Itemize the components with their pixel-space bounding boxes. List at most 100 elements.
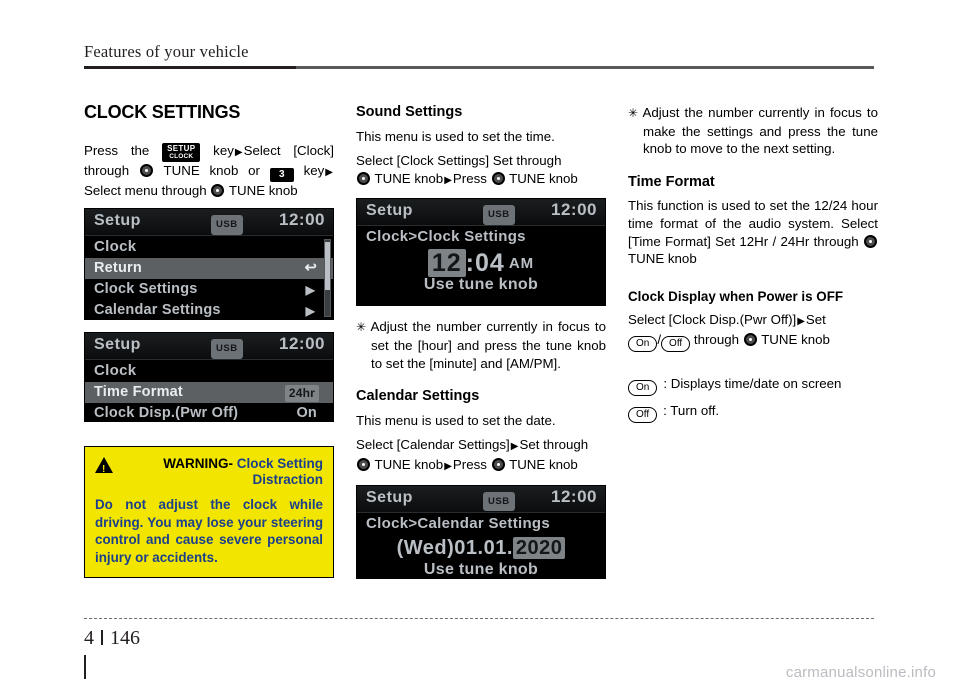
sound-step-text-b: TUNE knob: [374, 170, 444, 186]
lcd-statusbar: Setup USB 12:00: [85, 333, 333, 361]
chevron-right-icon: ▶: [305, 282, 315, 297]
tune-knob-icon: [743, 332, 757, 346]
lcd-date-editor: (Wed)01.01. 2020 Use tune knob: [357, 534, 605, 578]
key-3-icon: 3: [269, 167, 294, 182]
clock-settings-intro: Press the SETUP CLOCK key▶Select [Clock]…: [84, 142, 334, 200]
lcd-screenshot-calendar-set: Setup USB 12:00 Clock>Calendar Settings …: [356, 484, 606, 579]
calendar-step-e: TUNE knob: [509, 456, 578, 472]
lcd-clock: 12:00: [551, 486, 597, 506]
tune-knob-icon: [491, 457, 505, 471]
lcd-scrollbar: [324, 239, 331, 318]
warning-title-line2: Distraction: [252, 472, 323, 488]
arrow-icon: ▶: [325, 166, 333, 178]
lcd-row-label: Calendar Settings: [94, 301, 221, 318]
lcd-hint: Use tune knob: [423, 560, 539, 578]
clock-disp-value: On: [296, 404, 317, 421]
warning-dash: -: [228, 456, 233, 472]
usb-badge-icon: USB: [211, 339, 243, 359]
lcd-row: Time Format 24hr: [85, 381, 333, 403]
time-format-value-badge: 24hr: [284, 384, 319, 403]
usb-badge-icon: USB: [483, 205, 515, 225]
legend-item-off: Off: Turn off.: [628, 402, 878, 423]
lcd-statusbar: Setup USB 12:00: [357, 485, 605, 513]
clock-display-paragraph: Select [Clock Disp.(Pwr Off)]▶Set On / Off…: [628, 311, 878, 352]
note-mark-icon: ✳: [628, 106, 639, 120]
date-value: (Wed)01.01. 2020: [357, 534, 605, 560]
usb-badge-icon: USB: [483, 491, 515, 512]
footer-divider: [101, 630, 103, 645]
warning-title-line1: Clock Setting: [236, 456, 323, 472]
intro-text-5: key: [303, 162, 325, 178]
note-text: Adjust the number currently in focus to …: [370, 319, 606, 371]
intro-text-6: Select menu through: [84, 182, 207, 198]
lcd-title: Setup: [366, 488, 413, 506]
lcd-row-label: Return: [94, 259, 142, 276]
on-pill-icon: On: [628, 335, 658, 352]
hours-field: 12: [427, 248, 466, 277]
tune-knob-icon: [357, 171, 370, 185]
arrow-icon: ▶: [444, 460, 452, 472]
year-field: 2020: [512, 537, 566, 560]
chapter-number: 4: [84, 627, 94, 649]
note-adjust-number-general: ✳ Adjust the number currently in focus t…: [628, 104, 878, 158]
lcd-screenshot-clock-menu: Setup USB 12:00 Clock Return ↩ Clock Set…: [84, 208, 334, 321]
tune-knob-icon: [864, 234, 877, 248]
off-pill-icon: Off: [628, 406, 658, 423]
intro-text-2: key: [213, 142, 234, 158]
calendar-step-d: Press: [452, 456, 487, 472]
heading-sound-settings: Sound Settings: [356, 104, 463, 120]
lcd-breadcrumb: Clock>Calendar Settings: [366, 514, 551, 532]
tune-knob-icon: [211, 183, 225, 197]
warning-triangle-icon: !: [95, 457, 113, 475]
lcd-row-label: Clock Disp.(Pwr Off): [94, 404, 239, 421]
arrow-icon: ▶: [797, 316, 805, 328]
lcd-time-editor: 12:04 AM Use tune knob: [357, 248, 605, 298]
lcd-clock: 12:00: [279, 334, 325, 354]
lcd-row: Clock Disp.(Pwr Off) On: [85, 403, 333, 421]
header-rule-accent: [84, 66, 296, 69]
arrow-icon: ▶: [234, 146, 243, 158]
lcd-clock: 12:00: [551, 200, 597, 220]
lcd-statusbar: Setup USB 12:00: [357, 199, 605, 227]
warning-box: ! WARNING- Clock Setting Distraction Do …: [84, 446, 334, 579]
setup-key-label-line2: CLOCK: [169, 152, 194, 160]
note-mark-icon: ✳: [356, 320, 367, 335]
footer-page-number: 4 146: [84, 627, 140, 650]
sound-step-text-c: Press: [452, 170, 487, 186]
setup-clock-key-icon: SETUP CLOCK: [162, 142, 201, 162]
column-right: ✳ Adjust the number currently in focus t…: [628, 104, 878, 429]
sound-settings-paragraph-2: Select [Clock Settings] Set through TUNE…: [356, 152, 606, 189]
lcd-subtitle: Clock: [94, 362, 137, 380]
off-pill-icon: Off: [661, 335, 691, 352]
heading-time-format: Time Format: [628, 173, 715, 190]
calendar-step-b: Set through: [519, 437, 589, 453]
clock-display-text-a: Select [Clock Disp.(Pwr Off)]: [628, 312, 797, 328]
heading-clock-display-power-off: Clock Display when Power is OFF: [628, 288, 844, 304]
calendar-paragraph-1: This menu is used to set the date.: [356, 412, 556, 428]
lcd-scrollbar-thumb: [325, 242, 330, 291]
clock-display-text-c: through: [693, 331, 740, 347]
lcd-hint: Use tune knob: [423, 275, 539, 293]
page-number: 146: [110, 627, 140, 649]
minutes-field: 04: [475, 248, 505, 277]
section-heading-clock-settings: CLOCK SETTINGS: [84, 102, 241, 122]
manual-page: Features of your vehicle CLOCK SETTINGS …: [0, 0, 960, 689]
setup-key-label-line1: SETUP: [167, 143, 196, 153]
column-left: CLOCK SETTINGS Press the SETUP CLOCK key…: [84, 102, 334, 579]
ampm-field: AM: [508, 254, 535, 272]
sound-settings-paragraph-1: This menu is used to set the time.: [356, 128, 555, 144]
time-format-text-tail: TUNE knob: [628, 251, 697, 267]
arrow-icon: ▶: [444, 174, 452, 186]
calendar-step-c: TUNE knob: [374, 456, 444, 472]
calendar-paragraph-2: Select [Calendar Settings]▶Set through T…: [356, 436, 606, 475]
tune-knob-icon: [357, 457, 370, 471]
lcd-title: Setup: [94, 336, 141, 354]
sound-step-text-a: Select [Clock Settings] Set through: [356, 153, 562, 169]
time-value: 12:04 AM: [357, 248, 605, 277]
chevron-right-icon: ▶: [305, 303, 315, 318]
note-text: Adjust the number currently in focus to …: [642, 105, 878, 157]
time-colon: :: [465, 248, 475, 277]
lcd-row: Return ↩: [85, 257, 333, 279]
warning-label: WARNING: [163, 456, 229, 472]
